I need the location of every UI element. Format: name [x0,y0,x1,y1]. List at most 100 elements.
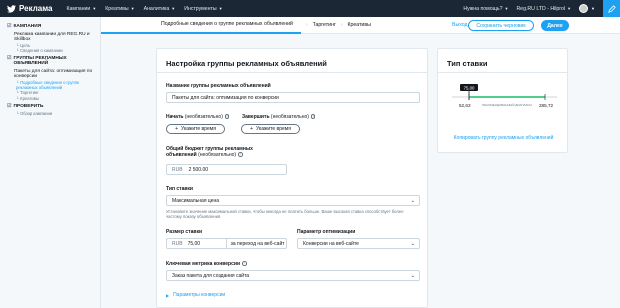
compose-button[interactable] [603,0,620,17]
chevron-down-icon[interactable]: ▼ [591,6,595,11]
plus-icon: + [175,126,178,132]
exit-link[interactable]: Выход [452,22,468,28]
chevron-right-icon: › [305,22,308,28]
budget-input[interactable]: RUB 2 500.00 [166,164,287,175]
step-label: Креативы [347,22,371,28]
nav-label: Инструменты [184,5,217,12]
nav-label: Кампании [66,5,91,12]
chevron-down-icon: ⌄ [410,197,415,204]
top-navigation-bar: Реклама Кампании ▼ Креативы ▼ Аналитика ▼ И… [0,0,620,17]
label-text: Начать [166,114,184,120]
info-icon[interactable]: i [242,261,247,266]
avatar[interactable] [579,4,589,13]
help-label: Нужна помощь? [463,5,503,12]
range-caption: РЕКОМЕНДОВАННЫЙ ДИАПАЗОН [482,103,532,107]
group-name-label: Название группы рекламных объявлений [166,83,271,89]
ad-group-settings-card: Настройка группы рекламных объявлений На… [156,48,428,308]
button-label: Укажите время [180,126,216,132]
recommended-range-widget: 75,00 52,63 285,72 РЕКОМЕНДОВАННЫЙ ДИАПА… [452,81,557,121]
input-value: 75,00 [187,240,201,247]
info-icon[interactable]: i [238,152,243,157]
sidebar-item-label: Подробные сведения о группе рекламных об… [16,79,80,91]
select-value: Заказ пакета для создания сайта [172,272,250,279]
rate-unit: за переход на веб-сайт [230,240,285,247]
check-icon: ☑ [7,23,12,29]
card-title: Тип ставки [438,49,567,73]
section-title: КАМПАНИЯ [13,24,42,29]
conversion-params-toggle[interactable]: ▶ Параметры конверсии [166,292,225,298]
step-creatives[interactable]: › Креативы [336,17,371,34]
chevron-down-icon: ▼ [171,6,176,11]
end-label: Завершить (необязательно) i [242,114,316,120]
brand-logo[interactable]: Реклама [7,4,52,13]
nav-analytics[interactable]: Аналитика ▼ [144,6,176,12]
rate-type-card: Тип ставки 75,00 52,63 285,72 РЕКОМЕНДОВ… [437,48,568,153]
sidebar-item-campaign-name[interactable]: Реклама кампании для REG.RU и Skillbox [14,32,96,43]
step-targeting[interactable]: › Таргетинг [301,17,336,34]
info-icon[interactable]: i [224,114,230,119]
sidebar-item-group-details[interactable]: └ Подробные сведения о группе рекламных … [16,80,96,90]
chevron-right-icon: › [340,22,343,28]
optional-text: (необязательно) [184,114,223,120]
nav-tools[interactable]: Инструменты ▼ [184,6,222,12]
help-menu[interactable]: Нужна помощь? ▼ [463,6,508,12]
chevron-down-icon: ▼ [218,6,223,11]
save-draft-button[interactable]: Сохранить черновик [468,20,534,31]
select-value: Конверсии на веб-сайте [303,240,359,247]
card-title: Настройка группы рекламных объявлений [157,49,427,73]
label-text: Ключевая метрика конверсии [166,261,241,267]
key-metric-label: Ключевая метрика конверсии i [166,261,247,267]
chevron-down-icon: ▼ [567,6,572,11]
rate-size-input[interactable]: RUB 75,00 за переход на веб-сайт [166,238,287,249]
top-right-controls: Нужна помощь? ▼ Reg.RU LTD - Hilprol ▼ ▼ [463,0,620,17]
sidebar-section-campaign[interactable]: ☑ КАМПАНИЯ [7,23,96,30]
chevron-down-icon: ⌄ [410,240,415,247]
step-label: Таргетинг [312,22,336,28]
end-time-button[interactable]: + Укажите время [241,124,300,134]
start-time-button[interactable]: + Укажите время [166,124,225,134]
brand-name: Реклама [19,4,53,13]
section-title: ГРУППЫ РЕКЛАМНЫХ ОБЪЯВЛЕНИЙ [13,55,67,67]
sidebar-item-campaign-review[interactable]: └ Обзор кампании [16,111,96,116]
info-icon[interactable]: i [310,114,316,119]
optimization-param-select[interactable]: Конверсии на веб-сайте ⌄ [297,238,420,249]
check-icon: ☑ [7,54,12,61]
currency: RUB [172,166,183,173]
caret-right-icon: ▶ [166,292,170,298]
optional-text: (необязательно) [198,152,237,158]
sidebar-section-ad-groups[interactable]: ☑ ГРУППЫ РЕКЛАМНЫХ ОБЪЯВЛЕНИЙ [7,54,96,67]
chevron-down-icon: ▼ [130,6,135,11]
account-menu[interactable]: Reg.RU LTD - Hilprol ▼ [516,6,571,12]
chevron-down-icon: ▼ [504,6,509,11]
key-metric-select[interactable]: Заказ пакета для создания сайта ⌄ [166,270,420,281]
range-min-label: 52,63 [459,103,471,108]
plus-icon: + [250,126,253,132]
chevron-down-icon: ▼ [92,6,97,11]
link-label: Параметры конверсии [173,292,226,298]
nav-label: Аналитика [143,5,170,12]
currency: RUB [172,240,183,247]
next-button[interactable]: Далее [541,20,569,31]
rate-size-label: Размер ставки [166,229,203,235]
budget-label: Общий бюджет группы рекламных объявлений… [166,146,266,158]
nav-creatives[interactable]: Креативы ▼ [105,6,134,12]
group-name-input[interactable]: Пакеты для сайта: оптимизация по конверс… [166,92,420,103]
step-label: Подробные сведения о группе рекламных об… [161,21,293,27]
chevron-down-icon: ⌄ [410,272,415,279]
check-icon: ☑ [7,102,12,109]
nav-campaigns[interactable]: Кампании ▼ [66,6,96,12]
compose-icon [607,4,616,13]
sidebar-item-label: Обзор кампании [20,111,53,117]
rate-type-select[interactable]: Максимальная цена ⌄ [166,195,420,206]
step-group-details[interactable]: Подробные сведения о группе рекламных об… [101,17,301,34]
rate-type-label: Тип ставки [166,186,194,192]
sidebar-item-group-name[interactable]: Пакеты для сайта: оптимизация по конверс… [14,69,96,80]
range-max-label: 285,72 [539,103,553,108]
start-label: Начать (необязательно) i [166,114,230,120]
campaign-sidebar: ☑ КАМПАНИЯ Реклама кампании для REG.RU и … [0,17,101,308]
sidebar-section-review[interactable]: ☑ ПРОВЕРИТЬ [7,102,96,110]
bird-logo-icon [7,4,16,13]
current-rate-value: 75,00 [464,85,475,90]
input-value: 2 500.00 [188,166,209,173]
copy-ad-group-link[interactable]: Копировать группу рекламных объявлений [438,135,569,141]
